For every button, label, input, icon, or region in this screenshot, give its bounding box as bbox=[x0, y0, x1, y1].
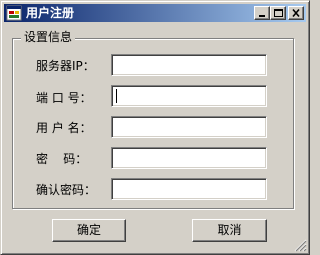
title-bar[interactable]: 用户注册 bbox=[4, 4, 306, 22]
server-ip-input[interactable] bbox=[114, 57, 266, 73]
username-field[interactable] bbox=[111, 116, 267, 138]
text-caret bbox=[116, 89, 117, 103]
cancel-button[interactable]: 取消 bbox=[192, 219, 267, 242]
register-dialog: 用户注册 设置信息 服务器IP： 端 口 号： 用 户 名： 密 码： 确认密码… bbox=[0, 0, 310, 255]
maximize-icon bbox=[274, 9, 283, 17]
minimize-icon bbox=[259, 15, 265, 17]
group-title: 设置信息 bbox=[21, 30, 76, 45]
username-input[interactable] bbox=[114, 119, 266, 135]
resize-grip-icon[interactable] bbox=[294, 239, 307, 252]
username-label: 用 户 名： bbox=[36, 121, 92, 135]
password-input[interactable] bbox=[114, 150, 266, 166]
app-form-icon bbox=[6, 5, 22, 21]
confirm-password-input[interactable] bbox=[114, 181, 266, 197]
close-icon bbox=[292, 8, 300, 18]
close-button[interactable] bbox=[288, 6, 304, 20]
server-ip-label: 服务器IP： bbox=[36, 59, 95, 73]
window-title: 用户注册 bbox=[26, 6, 75, 20]
minimize-button[interactable] bbox=[254, 6, 270, 20]
port-input[interactable] bbox=[114, 88, 266, 104]
port-label: 端 口 号： bbox=[36, 91, 92, 105]
ok-button[interactable]: 确定 bbox=[52, 219, 126, 242]
confirm-password-label: 确认密码： bbox=[36, 183, 97, 197]
port-field[interactable] bbox=[111, 85, 267, 107]
confirm-password-field[interactable] bbox=[111, 178, 267, 200]
server-ip-field[interactable] bbox=[111, 54, 267, 76]
password-label: 密 码： bbox=[36, 152, 88, 166]
maximize-button[interactable] bbox=[270, 6, 286, 20]
password-field[interactable] bbox=[111, 147, 267, 169]
